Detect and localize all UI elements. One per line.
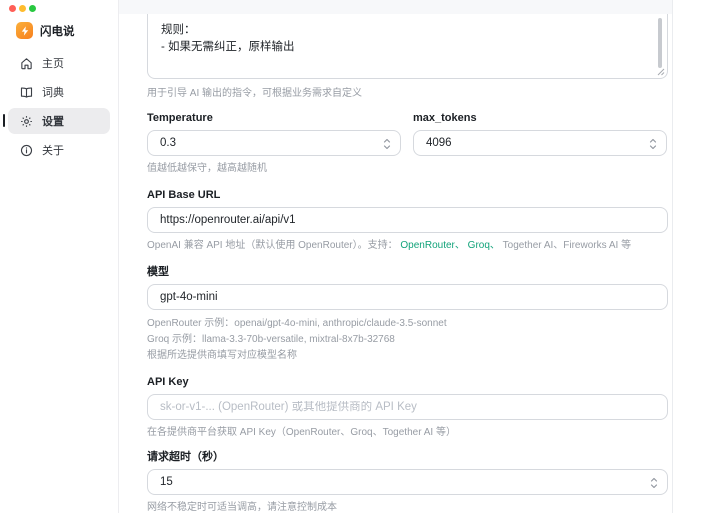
- sidebar-item-label: 设置: [42, 116, 64, 128]
- model-label: 模型: [147, 266, 169, 278]
- helper-text: Together AI、Fireworks AI 等: [499, 240, 632, 251]
- api-base-url-input[interactable]: [160, 214, 655, 226]
- params-row: Temperature max_tokens: [147, 112, 668, 156]
- temperature-input[interactable]: [160, 137, 388, 149]
- app-title: 闪电说: [40, 25, 75, 38]
- api-key-helper: 在各提供商平台获取 API Key（OpenRouter、Groq、Togeth…: [147, 427, 456, 438]
- provider-link-openrouter[interactable]: OpenRouter、: [400, 240, 464, 251]
- selected-indicator: [3, 114, 5, 127]
- sidebar-item-dictionary[interactable]: 词典: [8, 79, 110, 105]
- model-helper-groq: Groq 示例：llama-3.3-70b-versatile, mixtral…: [147, 334, 395, 345]
- window-right-edge: [672, 0, 673, 513]
- max-tokens-input-wrap: [413, 130, 667, 156]
- temperature-input-wrap: [147, 130, 401, 156]
- lightning-app-icon: [16, 22, 33, 39]
- app-brand: 闪电说: [16, 22, 75, 39]
- api-base-url-label: API Base URL: [147, 189, 221, 201]
- api-base-url-input-wrap: [147, 207, 668, 233]
- traffic-lights: [9, 5, 36, 12]
- prompt-line: 规则：: [161, 24, 196, 36]
- timeout-label: 请求超时（秒）: [147, 451, 224, 463]
- max-tokens-label: max_tokens: [413, 112, 477, 124]
- timeout-helper: 网络不稳定时可适当调高，请注意控制成本: [147, 502, 337, 513]
- model-helper-openrouter: OpenRouter 示例：openai/gpt-4o-mini, anthro…: [147, 318, 447, 329]
- sidebar-item-label: 关于: [42, 145, 64, 157]
- stepper-icon[interactable]: [650, 476, 658, 490]
- api-key-field-group: API Key 在各提供商平台获取 API Key（OpenRouter、Gro…: [147, 376, 668, 439]
- temperature-field-group: Temperature: [147, 112, 401, 156]
- info-icon: [20, 144, 33, 156]
- sidebar-item-label: 主页: [42, 58, 64, 70]
- model-field-group: 模型 OpenRouter 示例：openai/gpt-4o-mini, ant…: [147, 266, 668, 364]
- temperature-helper: 值越低越保守，越高越随机: [147, 163, 267, 174]
- sidebar-item-home[interactable]: 主页: [8, 50, 110, 76]
- model-helper-note: 根据所选提供商填写对应模型名称: [147, 350, 297, 361]
- resize-handle-icon[interactable]: [657, 68, 665, 76]
- home-icon: [21, 57, 32, 69]
- zoom-button[interactable]: [29, 5, 36, 12]
- titlebar-strip: [119, 0, 672, 14]
- sidebar-item-settings[interactable]: 设置: [3, 108, 110, 134]
- textarea-scrollbar[interactable]: [658, 18, 662, 68]
- stepper-icon[interactable]: [649, 137, 657, 151]
- max-tokens-field-group: max_tokens: [413, 112, 667, 156]
- gear-icon: [21, 115, 32, 127]
- sidebar-nav: 主页 词典 设置 关于: [3, 50, 110, 166]
- max-tokens-input[interactable]: [426, 137, 654, 149]
- helper-text: OpenAI 兼容 API 地址（默认使用 OpenRouter）。支持：: [147, 240, 401, 251]
- settings-form: 规则： - 如果无需纠正，原样输出 用于引导 AI 输出的指令，可根据业务需求自…: [147, 14, 668, 514]
- api-base-url-helper: OpenAI 兼容 API 地址（默认使用 OpenRouter）。支持： Op…: [147, 239, 668, 252]
- prompt-helper: 用于引导 AI 输出的指令，可根据业务需求自定义: [147, 88, 363, 99]
- model-input-wrap: [147, 284, 668, 310]
- sidebar-item-about[interactable]: 关于: [8, 137, 110, 163]
- timeout-input[interactable]: [160, 476, 655, 488]
- api-key-label: API Key: [147, 376, 189, 388]
- model-input[interactable]: [160, 291, 655, 303]
- prompt-line: - 如果无需纠正，原样输出: [161, 41, 295, 53]
- minimize-button[interactable]: [19, 5, 26, 12]
- timeout-input-wrap: [147, 469, 668, 495]
- timeout-field-group: 请求超时（秒） 网络不稳定时可适当调高，请注意控制成本: [147, 451, 668, 514]
- temperature-label: Temperature: [147, 112, 213, 124]
- sidebar-item-label: 词典: [42, 87, 64, 99]
- system-prompt-textarea[interactable]: 规则： - 如果无需纠正，原样输出: [147, 14, 668, 79]
- sidebar: 闪电说 主页 词典 设置 关于: [0, 0, 119, 513]
- provider-link-groq[interactable]: Groq、: [468, 240, 500, 251]
- book-icon: [20, 86, 33, 98]
- close-button[interactable]: [9, 5, 16, 12]
- api-base-url-field-group: API Base URL OpenAI 兼容 API 地址（默认使用 OpenR…: [147, 189, 668, 252]
- api-key-input[interactable]: [160, 401, 655, 413]
- stepper-icon[interactable]: [383, 137, 391, 151]
- api-key-input-wrap: [147, 394, 668, 420]
